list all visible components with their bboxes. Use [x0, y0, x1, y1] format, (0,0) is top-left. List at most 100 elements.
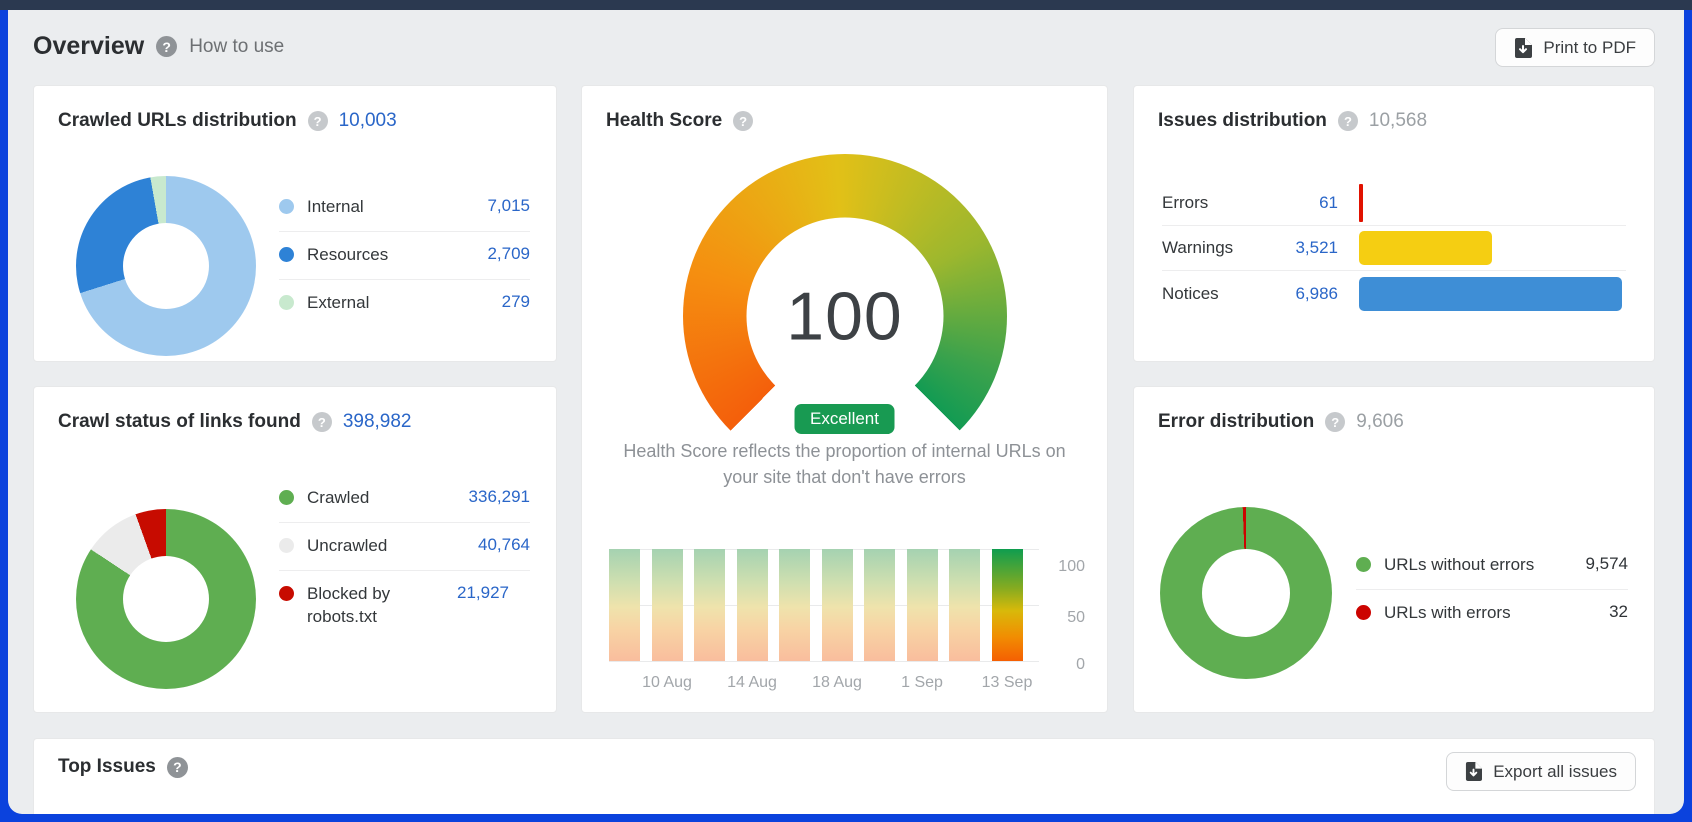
external-dot [279, 295, 294, 310]
help-icon[interactable]: ? [167, 757, 188, 778]
crawled-urls-card: Crawled URLs distribution ? 10,003 Inter… [33, 85, 557, 362]
history-bar[interactable] [779, 549, 810, 661]
issues-row-label: Warnings [1162, 238, 1258, 258]
legend-row: Resources 2,709 [279, 232, 530, 280]
crawled-urls-donut-chart[interactable] [76, 176, 256, 356]
export-all-issues-label: Export all issues [1493, 762, 1617, 782]
help-icon[interactable]: ? [308, 111, 328, 131]
donut-hole [123, 223, 209, 309]
legend-label: Resources [307, 244, 477, 267]
history-bar[interactable] [949, 549, 980, 661]
x-axis-label: 10 Aug [642, 674, 692, 692]
history-bar[interactable] [992, 549, 1023, 661]
health-score-history-chart: 100 50 0 10 Aug 14 Aug 18 Aug 1 Sep 13 S… [609, 549, 1085, 699]
legend-label: Crawled [307, 487, 459, 510]
legend-label: Blocked by robots.txt [307, 583, 447, 629]
history-bar[interactable] [694, 549, 725, 661]
resources-dot [279, 247, 294, 262]
how-to-use-link[interactable]: How to use [189, 36, 284, 58]
legend-row: Internal 7,015 [279, 184, 530, 232]
browser-top-bar [0, 0, 1692, 10]
legend-value[interactable]: 336,291 [469, 487, 530, 507]
app-window: Overview ? How to use Print to PDF Crawl… [0, 0, 1692, 822]
help-icon[interactable]: ? [156, 36, 177, 57]
history-bars [609, 549, 1023, 661]
issues-row-value[interactable]: 6,986 [1258, 284, 1338, 304]
legend-value[interactable]: 279 [502, 292, 530, 312]
crawl-status-total[interactable]: 398,982 [343, 411, 412, 433]
history-bar[interactable] [864, 549, 895, 661]
issues-row-label: Errors [1162, 193, 1258, 213]
uncrawled-dot [279, 538, 294, 553]
help-icon[interactable]: ? [1338, 111, 1358, 131]
legend-label: Uncrawled [307, 535, 468, 558]
crawled-dot [279, 490, 294, 505]
legend-label: URLs with errors [1384, 602, 1599, 625]
x-axis-label: 13 Sep [982, 674, 1033, 692]
print-to-pdf-button[interactable]: Print to PDF [1495, 28, 1655, 67]
crawl-status-card: Crawl status of links found ? 398,982 Cr… [33, 386, 557, 713]
health-score-card: Health Score ? 100 Excellent Health Scor… [581, 85, 1108, 713]
legend-label: Internal [307, 196, 477, 219]
health-score-value: 100 [786, 277, 902, 355]
urls-with-errors-dot [1356, 605, 1371, 620]
download-file-icon [1465, 762, 1482, 781]
blocked-dot [279, 586, 294, 601]
health-score-badge: Excellent [794, 404, 895, 434]
legend-row: Crawled 336,291 [279, 475, 530, 523]
crawl-status-donut-chart[interactable] [76, 509, 256, 689]
crawl-status-title: Crawl status of links found [58, 411, 301, 433]
error-distribution-card: Error distribution ? 9,606 URLs without … [1133, 386, 1655, 713]
issues-rows: Errors 61 Warnings 3,521 Notices 6,986 [1162, 181, 1626, 316]
issues-distribution-card: Issues distribution ? 10,568 Errors 61 W… [1133, 85, 1655, 362]
issues-bar-notices[interactable] [1359, 277, 1622, 311]
issues-row-value[interactable]: 3,521 [1258, 238, 1338, 258]
x-axis-label: 1 Sep [901, 674, 943, 692]
help-icon[interactable]: ? [312, 412, 332, 432]
error-distribution-legend: URLs without errors 9,574 URLs with erro… [1356, 542, 1628, 637]
crawl-status-legend: Crawled 336,291 Uncrawled 40,764 Blocked… [279, 475, 530, 641]
issues-bar-warnings[interactable] [1359, 231, 1492, 265]
legend-row: URLs without errors 9,574 [1356, 542, 1628, 590]
issues-row-notices: Notices 6,986 [1162, 271, 1626, 316]
gauge-hole: 100 [746, 218, 943, 415]
history-bar[interactable] [609, 549, 640, 661]
history-bar[interactable] [652, 549, 683, 661]
legend-value[interactable]: 40,764 [478, 535, 530, 555]
y-axis-tick: 100 [1025, 558, 1085, 576]
legend-value[interactable]: 7,015 [487, 196, 530, 216]
issues-row-errors: Errors 61 [1162, 181, 1626, 226]
print-to-pdf-label: Print to PDF [1543, 38, 1636, 58]
legend-label: External [307, 292, 492, 315]
y-axis-tick: 50 [1025, 609, 1085, 627]
crawled-urls-total[interactable]: 10,003 [339, 110, 397, 132]
error-distribution-total: 9,606 [1356, 411, 1404, 433]
legend-row: Uncrawled 40,764 [279, 523, 530, 571]
crawled-urls-title: Crawled URLs distribution [58, 110, 297, 132]
legend-value[interactable]: 21,927 [457, 583, 509, 603]
x-axis-label: 14 Aug [727, 674, 777, 692]
history-bar[interactable] [737, 549, 768, 661]
issues-row-label: Notices [1162, 284, 1258, 304]
error-distribution-donut-chart[interactable] [1160, 507, 1332, 679]
help-icon[interactable]: ? [733, 111, 753, 131]
download-file-icon [1514, 38, 1532, 58]
top-issues-title: Top Issues [58, 756, 156, 778]
top-issues-card: Top Issues ? Export all issues [33, 738, 1655, 814]
legend-value[interactable]: 2,709 [487, 244, 530, 264]
issues-row-value[interactable]: 61 [1258, 193, 1338, 213]
issues-bar-errors[interactable] [1359, 184, 1363, 222]
help-icon[interactable]: ? [1325, 412, 1345, 432]
error-distribution-title: Error distribution [1158, 411, 1314, 433]
issues-distribution-total: 10,568 [1369, 110, 1427, 132]
donut-hole [123, 556, 209, 642]
issues-distribution-title: Issues distribution [1158, 110, 1327, 132]
history-bar[interactable] [822, 549, 853, 661]
health-score-title: Health Score [606, 110, 722, 132]
history-bar[interactable] [907, 549, 938, 661]
legend-row: Blocked by robots.txt 21,927 [279, 571, 530, 641]
export-all-issues-button[interactable]: Export all issues [1446, 752, 1636, 791]
internal-dot [279, 199, 294, 214]
donut-hole [1202, 549, 1290, 637]
legend-value: 32 [1609, 602, 1628, 622]
